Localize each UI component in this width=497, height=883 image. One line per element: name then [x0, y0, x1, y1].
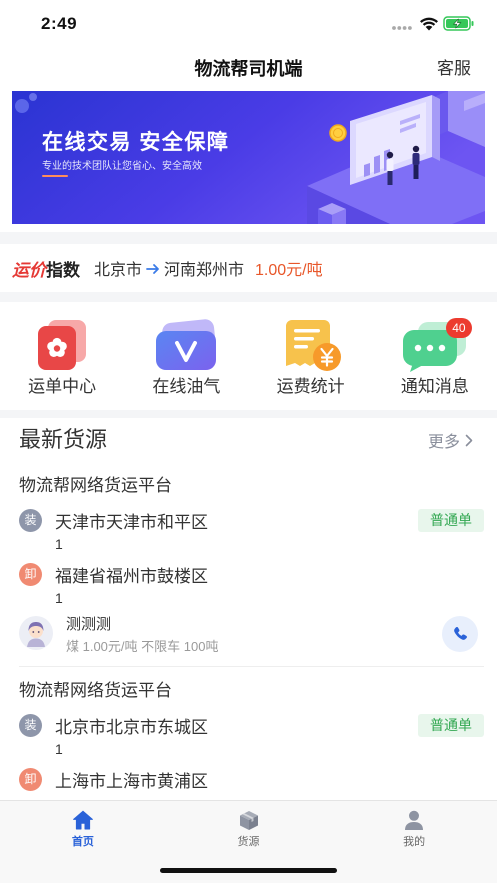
profile-icon: [403, 809, 425, 831]
unload-detail: 1: [55, 590, 63, 606]
menu-item-waybill-center[interactable]: 运单中心: [0, 302, 124, 410]
section-title: 最新货源: [19, 427, 108, 452]
cargo-card-body: 物流帮网络货运平台 装 北京市北京市东城区 普通单 1 卸 上海市上海市黄浦区: [19, 676, 484, 800]
status-bar: 2:49: [0, 0, 497, 44]
tab-home[interactable]: 首页: [0, 801, 166, 883]
waybill-icon: [29, 318, 95, 372]
route-destination: 河南郑州市: [164, 262, 245, 279]
load-row: 装 天津市天津市和平区 普通单: [19, 506, 484, 534]
latest-cargo-section: 最新货源 更多 物流帮网络货运平台 装 天津市天津市和平区 普通单 1 卸 福建…: [0, 418, 497, 800]
section-divider: [0, 292, 497, 302]
load-detail: 1: [55, 536, 63, 552]
home-icon: [72, 809, 94, 831]
section-divider: [0, 232, 497, 244]
phone-icon: [454, 626, 467, 640]
cargo-company: 物流帮网络货运平台: [19, 681, 172, 700]
load-row: 装 北京市北京市东城区 普通单: [19, 711, 484, 739]
load-tag: 装: [19, 713, 42, 737]
promo-banner[interactable]: 在线交易 安全保障 专业的技术团队让您省心、安全高效: [12, 91, 485, 224]
arrow-right-icon: [146, 262, 160, 274]
freight-index-row[interactable]: 运价 指数 北京市 河南郑州市 1.00元/吨: [0, 244, 497, 292]
load-address: 天津市天津市和平区: [55, 512, 208, 532]
fuel-icon: [153, 318, 219, 372]
cargo-card[interactable]: 物流帮网络货运平台 装 天津市天津市和平区 普通单 1 卸 福建省福州市鼓楼区 …: [0, 462, 497, 667]
more-link[interactable]: 更多: [428, 418, 473, 462]
menu-label: 通知消息: [400, 377, 469, 396]
menu-label: 运费统计: [276, 377, 345, 396]
customer-service-button[interactable]: 客服: [437, 44, 471, 94]
app-screen: 2:49 物流帮司机端 客服 在线交易 安全保障 专业的技术团队让您省心、安全高…: [0, 0, 497, 883]
shipper-name: 测测测: [66, 616, 112, 633]
unload-tag: 卸: [19, 767, 42, 791]
banner-accent-line: [42, 175, 68, 177]
tab-label: 我的: [403, 836, 426, 848]
signal-icon: [391, 19, 413, 30]
order-type-badge: 普通单: [418, 508, 484, 532]
menu-item-notifications[interactable]: 40 通知消息: [373, 302, 497, 410]
order-type-badge: 普通单: [418, 713, 484, 737]
unload-row: 卸 福建省福州市鼓楼区: [19, 560, 484, 588]
home-indicator[interactable]: [160, 868, 337, 873]
load-address: 北京市北京市东城区: [55, 717, 208, 737]
section-divider: [0, 410, 497, 418]
page-title: 物流帮司机端: [194, 59, 303, 79]
menu-label: 在线油气: [152, 377, 221, 396]
banner-subline: 专业的技术团队让您省心、安全高效: [42, 161, 202, 172]
cargo-card-body: 物流帮网络货运平台 装 天津市天津市和平区 普通单 1 卸 福建省福州市鼓楼区 …: [19, 471, 484, 667]
call-button[interactable]: [442, 616, 478, 652]
cargo-company: 物流帮网络货运平台: [19, 476, 172, 495]
tab-profile[interactable]: 我的: [331, 801, 497, 883]
cargo-box-icon: [238, 809, 260, 831]
cargo-card[interactable]: 物流帮网络货运平台 装 北京市北京市东城区 普通单 1 卸 上海市上海市黄浦区: [0, 667, 497, 800]
unload-tag: 卸: [19, 562, 42, 586]
quick-menu: 运单中心 在线油气 运费统计 40 通知消息: [0, 302, 497, 410]
freight-index-label-red: 运价: [12, 260, 46, 280]
battery-charging-icon: [443, 16, 475, 31]
load-tag: 装: [19, 508, 42, 532]
shipper-row: 测测测 煤 1.00元/吨 不限车 100吨: [19, 614, 484, 658]
freight-price: 1.00元/吨: [255, 262, 323, 279]
tab-label: 首页: [71, 836, 94, 848]
tab-label: 货源: [237, 836, 260, 848]
unload-row: 卸 上海市上海市黄浦区: [19, 765, 484, 793]
status-time: 2:49: [41, 14, 78, 33]
section-header: 最新货源 更多: [0, 418, 497, 462]
freight-index-label: 指数: [46, 260, 80, 280]
more-label: 更多: [427, 434, 460, 451]
load-detail: 1: [55, 741, 63, 757]
menu-item-online-fuel[interactable]: 在线油气: [124, 302, 248, 410]
unload-address: 福建省福州市鼓楼区: [55, 566, 208, 586]
wifi-icon: [419, 16, 439, 31]
banner-headline: 在线交易 安全保障: [42, 131, 230, 154]
unload-address: 上海市上海市黄浦区: [55, 771, 208, 791]
nav-header: 物流帮司机端 客服: [0, 44, 497, 94]
chevron-right-icon: [465, 434, 473, 446]
avatar: [19, 616, 53, 650]
notification-count-badge: 40: [445, 318, 472, 338]
freight-stats-icon: [278, 318, 344, 372]
shipper-info: 测测测 煤 1.00元/吨 不限车 100吨: [66, 614, 218, 658]
banner-illustration: [12, 91, 485, 224]
cargo-detail: 煤 1.00元/吨 不限车 100吨: [66, 639, 219, 654]
menu-item-freight-stats[interactable]: 运费统计: [249, 302, 373, 410]
route-origin: 北京市: [94, 262, 143, 279]
menu-label: 运单中心: [28, 377, 97, 396]
